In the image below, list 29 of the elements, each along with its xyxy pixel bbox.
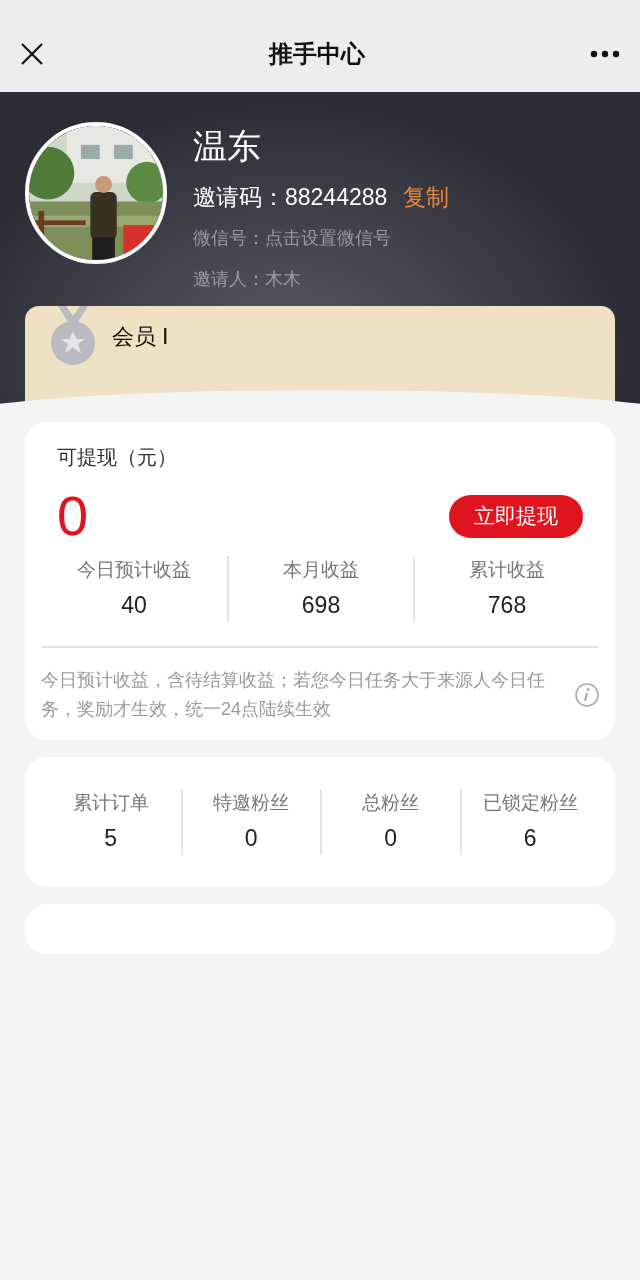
page-title: 推手中心 (269, 39, 365, 69)
close-icon[interactable] (20, 42, 44, 66)
copy-link[interactable]: 复制 (403, 180, 450, 215)
stat-label: 特邀粉丝 (213, 791, 290, 815)
invite-code: 88244288 (285, 183, 388, 212)
stat-value: 0 (244, 823, 258, 853)
stat-value: 5 (104, 823, 118, 853)
stat-label: 已锁定粉丝 (482, 791, 578, 815)
earnings-note: 今日预计收益，含待结算收益；若您今日任务大于来源人今日任务，奖励才生效，统一24点陆续生效 (41, 669, 546, 721)
stat-label: 今日预计收益 (77, 558, 191, 582)
withdraw-label: 可提现（元） (56, 445, 178, 470)
withdraw-button[interactable]: 立即提现 (449, 494, 583, 538)
stat-label: 累计收益 (469, 558, 545, 582)
invite-label: 邀请码： (193, 183, 285, 212)
stat-value: 768 (487, 590, 527, 620)
stat-value: 6 (523, 823, 537, 853)
stat-value: 0 (384, 823, 398, 853)
member-level: 会员 Ⅰ (112, 323, 169, 351)
medal-icon (50, 306, 96, 366)
wechat-id[interactable]: 微信号：点击设置微信号 (193, 224, 450, 252)
withdraw-amount: 0 (57, 483, 89, 549)
stat-value: 40 (121, 590, 147, 620)
stat-label: 本月收益 (283, 558, 359, 582)
more-icon[interactable] (590, 50, 620, 58)
stat-value: 698 (301, 590, 341, 620)
inviter-name: 邀请人：木木 (193, 267, 302, 291)
stat-label: 累计订单 (72, 791, 149, 815)
stat-label: 总粉丝 (362, 791, 420, 815)
user-name: 温东 (193, 126, 262, 167)
